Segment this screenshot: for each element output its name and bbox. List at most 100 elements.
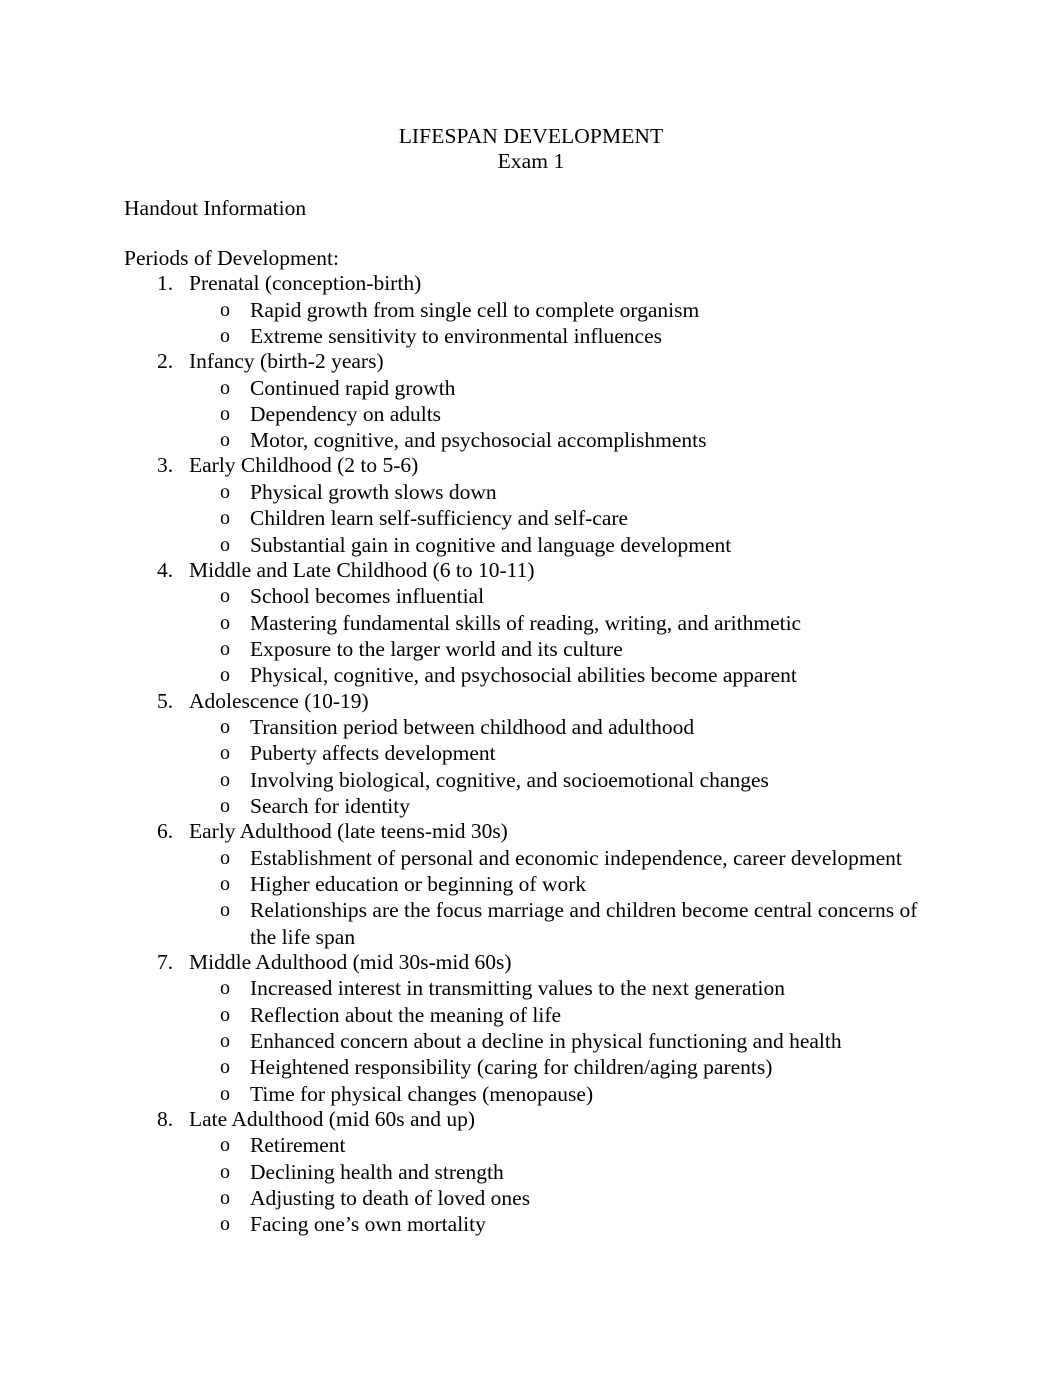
page-title: LIFESPAN DEVELOPMENT: [398, 124, 664, 148]
sub-bullet-marker-icon: o: [220, 480, 230, 503]
sub-bullet-marker-icon: o: [220, 611, 230, 634]
list-item: o Children learn self-sufficiency and sel…: [124, 505, 936, 531]
list-item: o Heightened responsibility (caring for c…: [124, 1054, 936, 1080]
period-label: Adolescence (10-19): [189, 688, 369, 713]
sub-bullet-text: Dependency on adults: [250, 401, 442, 426]
sub-bullet-marker-icon: o: [220, 846, 230, 869]
list-item: o Physical growth slows down: [124, 479, 936, 505]
period-number: 5.: [157, 688, 174, 713]
period-number: 3.: [157, 453, 174, 478]
sub-bullet-marker-icon: o: [220, 376, 230, 399]
list-item: o Physical, cognitive, and psychosocial a…: [124, 662, 936, 688]
list-item: o Facing one’s own mortality: [124, 1211, 936, 1237]
list-item: o Involving biological, cognitive, and so…: [124, 767, 936, 793]
periods-of-development-list: 1. Prenatal (conception-birth) o Rapid grow…: [124, 271, 936, 1238]
list-item: o Adjusting to death of loved ones: [124, 1185, 936, 1211]
sub-bullet-marker-icon: o: [220, 1003, 230, 1026]
period-label: Infancy (birth-2 years): [189, 349, 384, 374]
list-item: o Exposure to the larger world and its cu…: [124, 636, 936, 662]
period-row: 6. Early Adulthood (late teens-mid 30s): [124, 819, 936, 845]
sub-bullet-marker-icon: o: [220, 1187, 230, 1210]
list-item: o Transition period between childhood and…: [124, 714, 936, 740]
sub-bullet-text: Search for identity: [250, 793, 411, 818]
sub-bullet-text: Substantial gain in cognitive and langua…: [250, 532, 732, 557]
period-label: Prenatal (conception-birth): [189, 271, 422, 295]
period-row: 2. Infancy (birth-2 years): [124, 349, 936, 375]
list-item: o Higher education or beginning of work: [124, 871, 936, 897]
sub-bullet-text: Reflection about the meaning of life: [250, 1002, 562, 1027]
sub-bullet-text: School becomes influential: [250, 584, 485, 609]
sub-bullet-marker-icon: o: [220, 402, 230, 425]
sub-bullet-text: Puberty affects development: [250, 741, 496, 766]
sub-bullet-text: Enhanced concern about a decline in phys…: [250, 1029, 842, 1054]
period-row: 4. Middle and Late Childhood (6 to 10-11): [124, 558, 936, 584]
period-sub-list: o Retirement o Declining health and strengt…: [124, 1132, 936, 1237]
document-body: Handout Information Periods of Developme…: [124, 196, 936, 1238]
sub-bullet-marker-icon: o: [220, 977, 230, 1000]
period-sub-list: o Continued rapid growth o Dependency on ad…: [124, 375, 936, 454]
sub-bullet-text: Continued rapid growth: [250, 375, 456, 400]
sub-bullet-text: Retirement: [250, 1133, 346, 1158]
sub-bullet-marker-icon: o: [220, 1030, 230, 1053]
sub-bullet-text: Mastering fundamental skills of reading,…: [250, 610, 802, 635]
list-item: o Mastering fundamental skills of reading…: [124, 610, 936, 636]
period-sub-list: o Increased interest in transmitting valu…: [124, 975, 936, 1106]
list-item: 5. Adolescence (10-19) o Transition period …: [124, 689, 936, 820]
sub-bullet-marker-icon: o: [220, 899, 230, 922]
list-item: 6. Early Adulthood (late teens-mid 30s) o E…: [124, 819, 936, 950]
list-item: o Extreme sensitivity to environmental in…: [124, 323, 936, 349]
list-item: 8. Late Adulthood (mid 60s and up) o Retire…: [124, 1107, 936, 1238]
period-number: 8.: [157, 1106, 174, 1131]
page-subtitle: Exam 1: [497, 149, 565, 173]
period-number: 7.: [157, 949, 174, 974]
sub-bullet-marker-icon: o: [220, 742, 230, 765]
sub-bullet-text: Children learn self-sufficiency and self…: [250, 506, 629, 531]
list-item: 4. Middle and Late Childhood (6 to 10-11)…: [124, 558, 936, 689]
list-item: o Increased interest in transmitting valu…: [124, 975, 936, 1001]
sub-bullet-text: Transition period between childhood and …: [250, 715, 695, 740]
sub-bullet-text: Extreme sensitivity to environmental inf…: [250, 323, 662, 348]
sub-bullet-marker-icon: o: [220, 533, 230, 556]
period-label: Middle and Late Childhood (6 to 10-11): [189, 557, 535, 582]
list-item: o Relationships are the focus marriage an…: [124, 897, 936, 950]
document-title-block: LIFESPAN DEVELOPMENT Exam 1: [0, 124, 1062, 174]
sub-bullet-marker-icon: o: [220, 298, 230, 321]
list-item: o Reflection about the meaning of life: [124, 1002, 936, 1028]
list-item: 3. Early Childhood (2 to 5-6) o Physical gr…: [124, 453, 936, 557]
list-item: o Search for identity: [124, 793, 936, 819]
period-row: 1. Prenatal (conception-birth): [124, 271, 936, 297]
period-label: Early Childhood (2 to 5-6): [189, 453, 419, 478]
list-item: o Puberty affects development: [124, 740, 936, 766]
period-label: Late Adulthood (mid 60s and up): [189, 1106, 476, 1131]
sub-bullet-marker-icon: o: [220, 768, 230, 791]
sub-bullet-text: Exposure to the larger world and its cul…: [250, 636, 623, 661]
list-item: o Continued rapid growth: [124, 375, 936, 401]
sub-bullet-text: Facing one’s own mortality: [250, 1212, 486, 1237]
list-item: 2. Infancy (birth-2 years) o Continued rapi…: [124, 349, 936, 453]
sub-bullet-marker-icon: o: [220, 585, 230, 608]
section-heading-periods-of-development: Periods of Development:: [124, 246, 936, 271]
sub-bullet-marker-icon: o: [220, 873, 230, 896]
list-item: o Motor, cognitive, and psychosocial acco…: [124, 427, 936, 453]
sub-bullet-text: Rapid growth from single cell to complet…: [250, 297, 700, 322]
sub-bullet-marker-icon: o: [220, 664, 230, 687]
sub-bullet-text: Higher education or beginning of work: [250, 872, 587, 897]
sub-bullet-text: Declining health and strength: [250, 1159, 504, 1184]
period-number: 6.: [157, 819, 174, 844]
sub-bullet-marker-icon: o: [220, 637, 230, 660]
sub-bullet-text: Motor, cognitive, and psychosocial accom…: [250, 428, 707, 453]
period-row: 8. Late Adulthood (mid 60s and up): [124, 1107, 936, 1133]
period-row: 7. Middle Adulthood (mid 30s-mid 60s): [124, 950, 936, 976]
period-label: Early Adulthood (late teens-mid 30s): [189, 819, 508, 844]
period-sub-list: o Physical growth slows down o Children lea…: [124, 479, 936, 558]
period-sub-list: o Transition period between childhood and…: [124, 714, 936, 819]
sub-bullet-marker-icon: o: [220, 1134, 230, 1157]
list-item: 1. Prenatal (conception-birth) o Rapid grow…: [124, 271, 936, 349]
list-item: o Retirement: [124, 1132, 936, 1158]
sub-bullet-marker-icon: o: [220, 1160, 230, 1183]
sub-bullet-marker-icon: o: [220, 794, 230, 817]
sub-bullet-text: Relationships are the focus marriage and…: [250, 898, 918, 949]
period-number: 2.: [157, 349, 174, 374]
period-label: Middle Adulthood (mid 30s-mid 60s): [189, 949, 512, 974]
period-number: 4.: [157, 557, 174, 582]
